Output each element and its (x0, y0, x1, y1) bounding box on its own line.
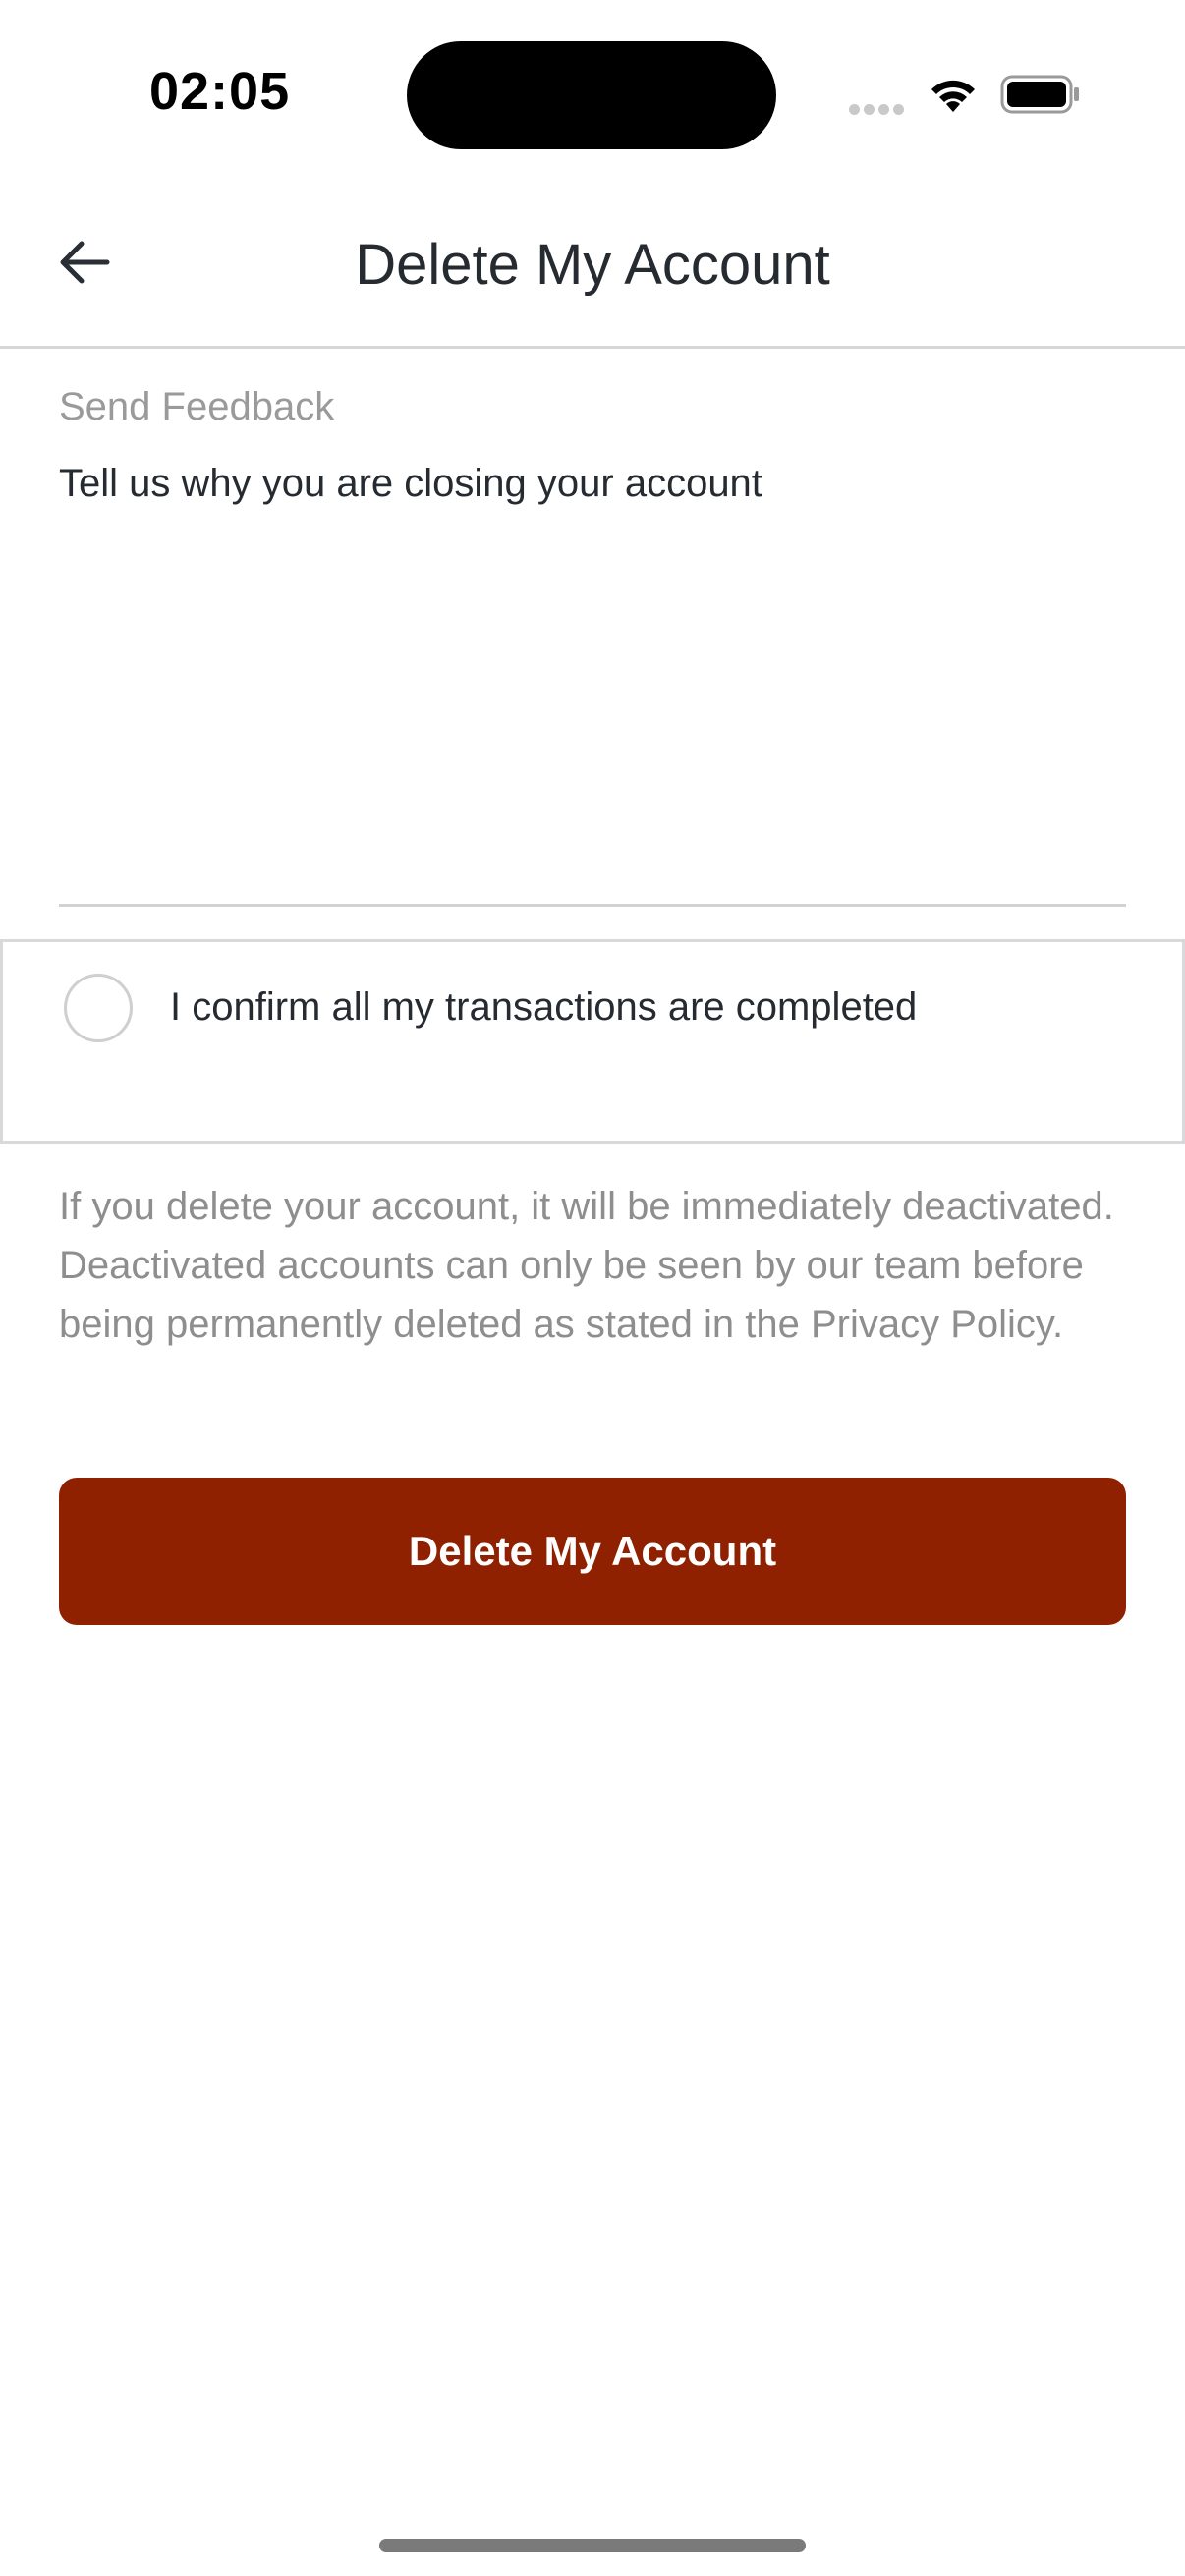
feedback-label: Send Feedback (59, 385, 335, 428)
confirm-radio-button[interactable] (64, 974, 133, 1042)
deletion-disclaimer: If you delete your account, it will be i… (59, 1185, 1114, 1346)
battery-icon (1000, 75, 1081, 114)
feedback-textarea[interactable] (59, 462, 1126, 907)
confirm-transactions-row[interactable]: I confirm all my transactions are comple… (0, 939, 1185, 1144)
nav-header: Delete My Account (0, 187, 1185, 349)
page-title: Delete My Account (355, 233, 830, 297)
delete-account-button[interactable]: Delete My Account (59, 1478, 1126, 1625)
status-bar: 02:05 (0, 0, 1185, 187)
dynamic-island (407, 41, 776, 149)
status-time: 02:05 (149, 62, 291, 121)
confirm-label: I confirm all my transactions are comple… (170, 985, 918, 1029)
home-indicator[interactable] (379, 2539, 806, 2552)
signal-icon (849, 102, 908, 115)
wifi-icon (928, 73, 979, 114)
